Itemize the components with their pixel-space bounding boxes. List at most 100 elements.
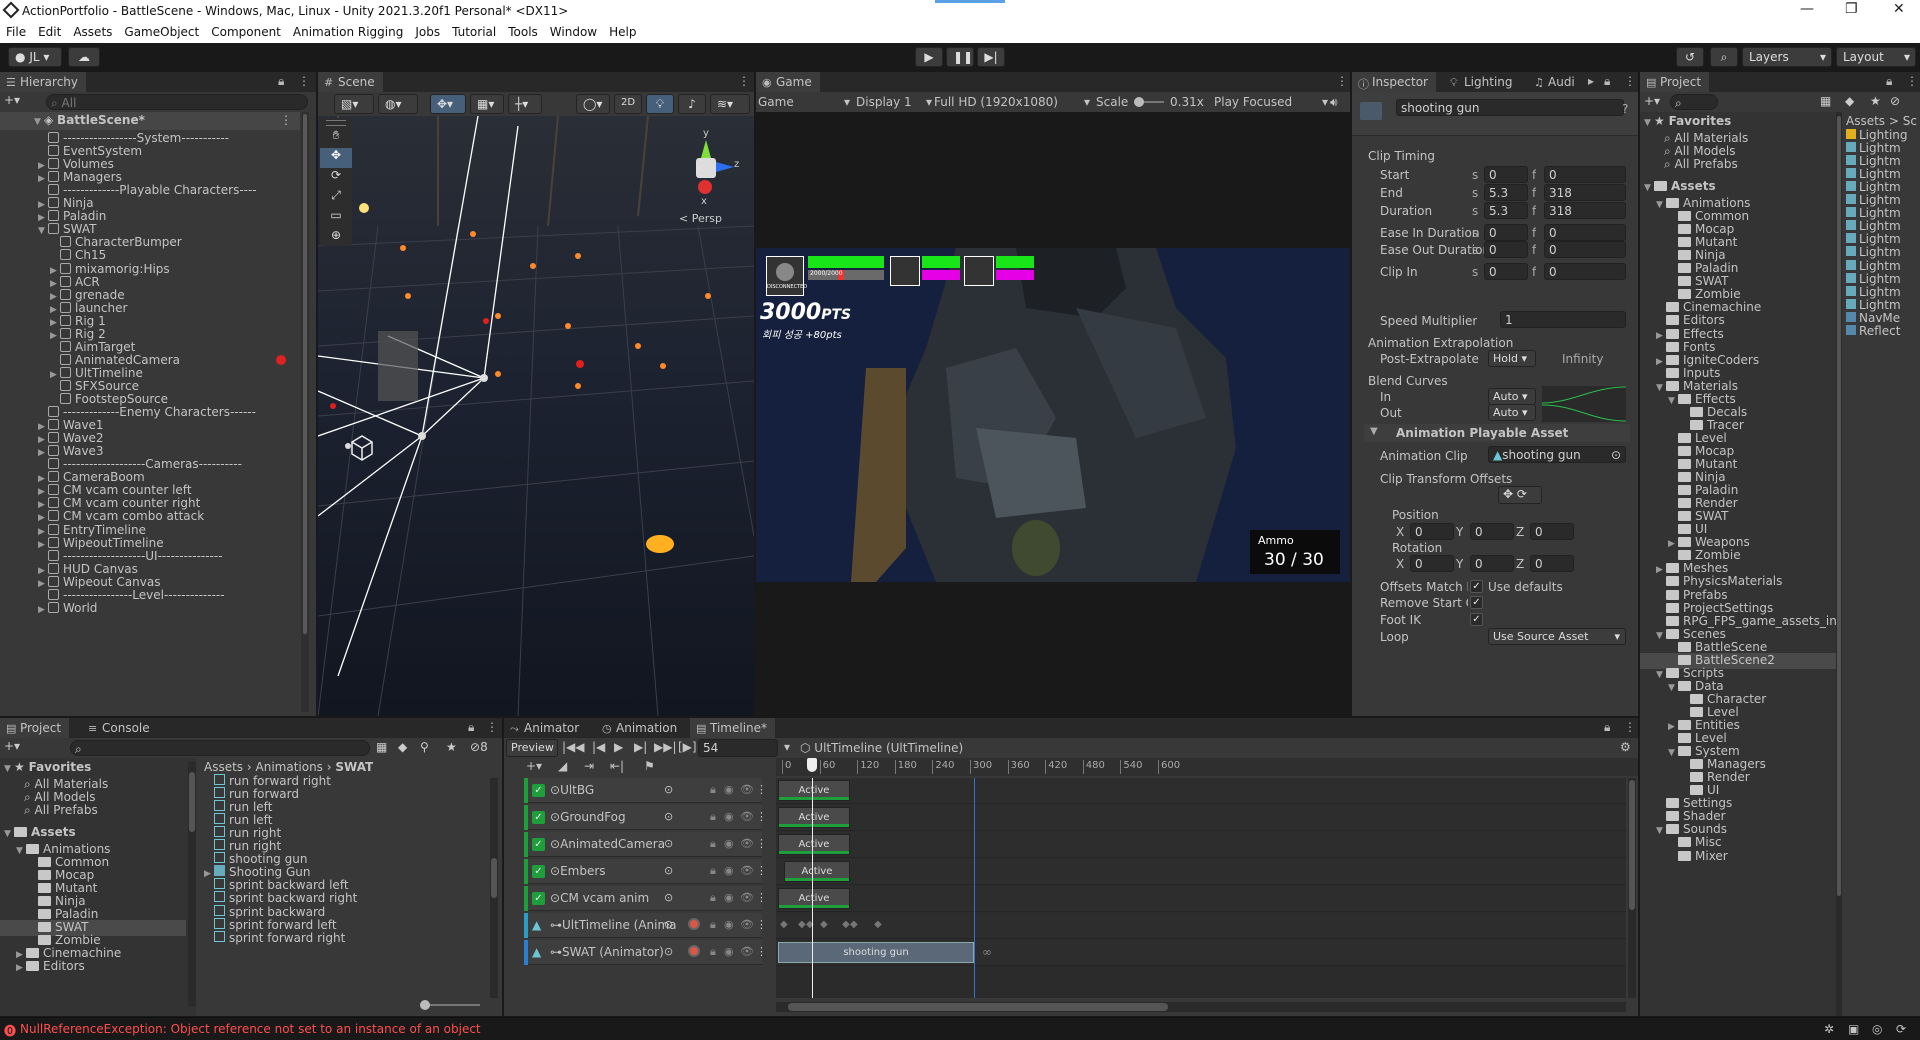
kebab-menu-icon[interactable]: ⋮ [486,720,498,734]
blend-out-dropdown[interactable]: Auto ▾ [1488,404,1536,421]
animation-clip-field[interactable]: ▲shooting gun ⊙ [1488,446,1626,463]
activation-clip[interactable]: Active [778,807,850,828]
scrollbar-thumb[interactable] [303,114,307,634]
display-dropdown[interactable]: Display 1 ▾ [856,95,936,109]
menu-item-jobs[interactable]: Jobs [409,22,446,39]
maximize-button[interactable]: ❐ [1845,1,1858,17]
tab-game[interactable]: ◉ Game [756,72,820,92]
kebab-menu-icon[interactable]: ⋮ [1906,74,1918,88]
tab-project[interactable]: ▤ Project [1640,72,1710,92]
y-value-field[interactable]: 0 [1470,555,1514,572]
tab-lighting[interactable]: 💡︎ Lighting [1444,72,1521,92]
remove-start-offset-checkbox[interactable]: ✓ [1470,596,1483,609]
play-button[interactable]: ▶ [915,47,943,67]
kebab-menu-icon[interactable]: ⋮ [280,113,292,127]
track-active-checkbox[interactable]: ✓ [532,784,545,797]
slider-thumb[interactable] [420,1000,430,1010]
timeline-track[interactable]: ▲ ⊶SWAT (Animator) ⊙ 🔒︎ ◉ 👁︎ ⋮ [524,940,767,965]
menu-item-tools[interactable]: Tools [502,22,544,39]
hierarchy-scrollbar[interactable] [301,112,309,712]
activation-clip[interactable]: Active [778,780,850,801]
timeline-track[interactable]: ✓ ⊙CM vcam anim ⊙ 🔒︎ ◉ 👁︎ ⋮ [524,886,767,911]
keyframe-icon[interactable]: ◆ [842,919,850,930]
keyframe-icon[interactable]: ◆ [780,919,788,930]
timing-frames-field[interactable]: 0 [1544,263,1626,280]
activation-clip[interactable]: Active [778,834,850,855]
move-snap-button[interactable]: ✥▾ [430,94,466,114]
pause-button[interactable]: ❚❚ [946,47,974,67]
lock-icon[interactable]: 🔒︎ [1886,74,1892,89]
mute-icon[interactable]: ◉ [724,918,734,931]
track-active-checkbox[interactable]: ✓ [532,811,545,824]
game-render[interactable]: DISCONNECTED 2000/2000 3000PTS 회피 성공 +80… [756,248,1350,582]
rotate-tool-icon[interactable]: ⟳ [320,168,352,188]
kebab-menu-icon[interactable]: ⋮ [1624,720,1636,734]
breadcrumb-assets[interactable]: Assets [204,760,243,774]
file-item[interactable]: Reflect [1846,324,1918,340]
label-icon[interactable]: ◆ [1845,94,1854,108]
expand-arrow-icon[interactable]: ▶ [38,605,48,615]
y-value-field[interactable]: 0 [1470,523,1514,540]
tab-hierarchy[interactable]: ☰ Hierarchy [0,72,87,92]
lock-icon[interactable]: 🔒︎ [468,720,474,735]
project-splitter[interactable] [1836,112,1842,1016]
asset-tree-item[interactable]: Mixer [1640,849,1836,865]
object-picker-icon[interactable]: ⊙ [664,783,673,796]
breadcrumb[interactable]: Assets > Sc [1846,114,1917,128]
search-button[interactable]: ⌕ [1710,47,1738,67]
play-range-icon[interactable]: [▶] [678,740,697,754]
track-active-checkbox[interactable]: ✓ [532,865,545,878]
preview-button[interactable]: Preview [506,739,558,757]
scale-tool-icon[interactable]: ⤢ [320,188,352,208]
timing-seconds-field[interactable]: 0 [1484,224,1528,241]
kebab-menu-icon[interactable]: ⋮ [756,864,767,877]
status-error-text[interactable]: NullReferenceException: Object reference… [20,1022,481,1036]
keyframe-icon[interactable]: ◆ [820,919,828,930]
scale-slider[interactable] [1134,97,1164,107]
snap-icon[interactable]: ⇤| [610,759,624,773]
foot-ik-checkbox[interactable]: ✓ [1470,613,1483,626]
object-picker-icon[interactable]: ⊙ [664,945,673,958]
filter-type-icon[interactable]: ▦ [1820,94,1831,108]
timing-seconds-field[interactable]: 0 [1484,241,1528,258]
visibility-icon[interactable]: 👁︎ [740,810,754,823]
breadcrumb-swat[interactable]: SWAT [335,760,373,774]
rotate-icon[interactable]: ⟳ [1517,487,1527,501]
menu-item-tutorial[interactable]: Tutorial [446,22,502,39]
playable-asset-header[interactable]: ▼ Animation Playable Asset [1364,424,1630,442]
expand-arrow-icon[interactable]: ▶ [16,963,26,973]
timeline-track[interactable]: ✓ ⊙GroundFog ⊙ 🔒︎ ◉ 👁︎ ⋮ [524,805,767,830]
loop-dropdown[interactable]: Use Source Asset ▾ [1488,628,1626,645]
menu-item-window[interactable]: Window [544,22,603,39]
tab-timeline[interactable]: ▤ Timeline* [690,718,776,738]
compile-icon[interactable]: ◎ [1872,1022,1882,1036]
keyframe-icon[interactable]: ◆ [850,919,858,930]
effects-dropdown[interactable]: ≋▾ [710,94,750,114]
gizmo-dropdown[interactable]: ◍▾ [378,94,418,114]
project-search-input[interactable]: ⌕ [1670,94,1718,110]
history-button[interactable]: ↺ [1676,47,1704,67]
object-name-field[interactable]: shooting gun [1396,99,1624,116]
lock-icon[interactable]: 🔒︎ [710,864,716,878]
mute-icon[interactable]: ◉ [724,891,734,904]
tab-inspector[interactable]: ⓘ Inspector [1352,72,1436,92]
move-tool-icon[interactable]: ✥ [320,148,352,168]
blend-in-curve[interactable] [1542,386,1626,404]
grid-snap-button[interactable]: ▦▾ [470,94,504,114]
playhead-icon[interactable] [807,758,817,772]
next-frame-icon[interactable]: ▶| [634,740,647,754]
resolution-dropdown[interactable]: Full HD (1920x1080) ▾ [934,95,1094,109]
record-icon[interactable] [688,945,700,957]
mute-icon[interactable]: ◉ [724,810,734,823]
lock-icon[interactable]: 🔒︎ [710,810,716,824]
kebab-menu-icon[interactable]: ⋮ [756,891,767,904]
ripple-icon[interactable]: ⇥ [584,759,594,773]
menu-item-gameobject[interactable]: GameObject [118,22,205,39]
timing-frames-field[interactable]: 0 [1544,166,1626,183]
frame-field[interactable]: 54 [698,739,778,757]
step-button[interactable]: ▶| [977,47,1005,67]
mute-icon[interactable]: ◉ [724,945,734,958]
tab-animator[interactable]: ⤳ Animator [504,718,588,738]
rect-tool-icon[interactable]: ▭ [320,208,352,228]
timeline-track[interactable]: ✓ ⊙Embers ⊙ 🔒︎ ◉ 👁︎ ⋮ [524,859,767,884]
